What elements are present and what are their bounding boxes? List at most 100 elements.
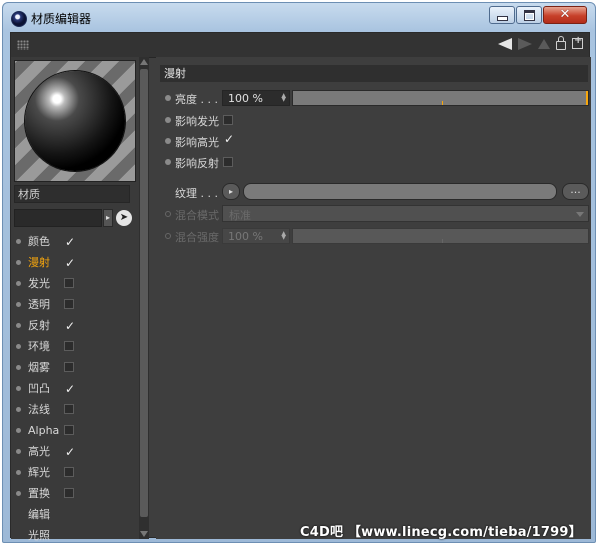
animation-dot-icon[interactable] bbox=[165, 138, 171, 144]
channel-dot-icon bbox=[16, 386, 21, 391]
channel-label: 法线 bbox=[28, 403, 50, 416]
back-arrow-icon[interactable] bbox=[498, 37, 512, 50]
mix-strength-input[interactable]: 100 % ▲ ▼ bbox=[222, 228, 290, 244]
channel-checkbox[interactable] bbox=[64, 253, 75, 274]
channel-item[interactable]: 发光 bbox=[11, 273, 136, 294]
close-button[interactable]: ✕ bbox=[543, 6, 587, 24]
affect-luminance-checkbox[interactable] bbox=[223, 115, 233, 125]
mix-mode-value: 标准 bbox=[229, 209, 251, 222]
new-window-icon[interactable] bbox=[572, 35, 583, 49]
brightness-slider[interactable] bbox=[292, 90, 589, 106]
channel-item[interactable]: Alpha bbox=[11, 420, 136, 441]
maximize-button[interactable] bbox=[516, 6, 542, 24]
material-editor-window: 材质编辑器 ✕ 材质 ▸ ➤ 颜色漫射发光透明反射环 bbox=[2, 2, 596, 543]
channel-label: 高光 bbox=[28, 445, 50, 458]
mix-strength-row: 混合强度 100 % ▲ ▼ bbox=[156, 227, 591, 245]
texture-row: 纹理 . . . ▸ ... bbox=[156, 183, 591, 201]
material-menu-arrow-icon[interactable]: ▸ bbox=[103, 209, 113, 227]
material-name-field[interactable]: 材质 bbox=[14, 185, 130, 203]
affect-luminance-label: 影响发光 bbox=[175, 115, 219, 128]
channel-label: 烟雾 bbox=[28, 361, 50, 374]
channel-dot-icon bbox=[16, 470, 21, 475]
channel-checkbox[interactable] bbox=[64, 379, 75, 400]
channel-item[interactable]: 凹凸 bbox=[11, 378, 136, 400]
drag-grip-icon[interactable] bbox=[17, 40, 29, 50]
material-sidebar: 材质 ▸ ➤ 颜色漫射发光透明反射环境烟雾凹凸法线 Alpha 高光辉光置换编辑光照 bbox=[11, 57, 142, 542]
channel-label: 置换 bbox=[28, 487, 50, 500]
channel-dot-icon bbox=[16, 491, 21, 496]
channel-item[interactable]: 漫射 bbox=[11, 252, 136, 274]
watermark-text: C4D吧 【www.linecg.com/tieba/1799】 bbox=[300, 525, 582, 540]
channel-label: 凹凸 bbox=[28, 382, 50, 395]
channel-checkbox[interactable] bbox=[64, 316, 75, 337]
channel-item[interactable]: 辉光 bbox=[11, 462, 136, 483]
channel-checkbox[interactable] bbox=[64, 404, 74, 414]
channel-checkbox[interactable] bbox=[64, 425, 74, 435]
affect-reflection-label: 影响反射 bbox=[175, 157, 219, 170]
texture-label: 纹理 . . . bbox=[175, 187, 218, 200]
slider-midpoint-tick bbox=[442, 239, 443, 243]
channel-item[interactable]: 编辑 bbox=[11, 504, 136, 525]
channel-dot-icon bbox=[16, 449, 21, 454]
channel-item[interactable]: 高光 bbox=[11, 441, 136, 463]
animation-dot-icon bbox=[165, 211, 171, 217]
minimize-button[interactable] bbox=[489, 6, 515, 24]
channel-dot-icon bbox=[16, 407, 21, 412]
close-icon: ✕ bbox=[559, 7, 571, 22]
title-bar[interactable]: 材质编辑器 ✕ bbox=[3, 3, 595, 31]
channel-checkbox[interactable] bbox=[64, 232, 75, 253]
spinner-arrows-icon[interactable]: ▲ ▼ bbox=[281, 93, 286, 103]
material-preview[interactable] bbox=[14, 60, 136, 182]
channel-item[interactable]: 反射 bbox=[11, 315, 136, 337]
diffuse-settings-panel: 漫射 亮度 . . . 100 % ▲ ▼ 影响发光 影响高光 ✓ 影响反射 纹… bbox=[156, 57, 591, 539]
scroll-down-arrow-icon[interactable] bbox=[140, 531, 148, 537]
texture-field[interactable] bbox=[243, 183, 557, 200]
up-arrow-icon[interactable] bbox=[538, 38, 550, 49]
affect-reflection-row: 影响反射 bbox=[156, 153, 591, 171]
sidebar-scrollbar[interactable] bbox=[139, 57, 149, 539]
mix-mode-dropdown[interactable]: 标准 bbox=[222, 205, 589, 222]
animation-dot-icon[interactable] bbox=[165, 95, 171, 101]
mix-strength-slider[interactable] bbox=[292, 228, 589, 244]
material-select-field[interactable] bbox=[14, 209, 102, 227]
channel-item[interactable]: 烟雾 bbox=[11, 357, 136, 378]
affect-luminance-row: 影响发光 bbox=[156, 111, 591, 129]
channel-checkbox[interactable] bbox=[64, 467, 74, 477]
channel-item[interactable]: 颜色 bbox=[11, 231, 136, 253]
channel-item[interactable]: 环境 bbox=[11, 336, 136, 357]
channel-item[interactable]: 光照 bbox=[11, 525, 136, 546]
channel-dot-icon bbox=[16, 281, 21, 286]
pick-cursor-icon[interactable]: ➤ bbox=[116, 210, 132, 226]
animation-dot-icon[interactable] bbox=[165, 159, 171, 165]
channel-label: 光照 bbox=[28, 529, 50, 542]
channel-checkbox[interactable] bbox=[64, 488, 74, 498]
channel-item[interactable]: 透明 bbox=[11, 294, 136, 315]
animation-dot-icon bbox=[165, 233, 171, 239]
forward-arrow-icon[interactable] bbox=[518, 37, 532, 50]
scroll-thumb[interactable] bbox=[140, 69, 148, 517]
channel-checkbox[interactable] bbox=[64, 442, 75, 463]
channel-item[interactable]: 置换 bbox=[11, 483, 136, 504]
scroll-up-arrow-icon[interactable] bbox=[140, 59, 148, 65]
affect-specular-checkbox[interactable] bbox=[223, 132, 234, 146]
affect-reflection-checkbox[interactable] bbox=[223, 157, 233, 167]
slider-handle[interactable] bbox=[586, 91, 588, 105]
affect-specular-row: 影响高光 bbox=[156, 132, 591, 150]
maximize-icon bbox=[523, 9, 535, 21]
channel-checkbox[interactable] bbox=[64, 341, 74, 351]
channel-label: 辉光 bbox=[28, 466, 50, 479]
texture-menu-button[interactable]: ▸ bbox=[222, 183, 240, 200]
channel-dot-icon bbox=[16, 323, 21, 328]
channel-item[interactable]: 法线 bbox=[11, 399, 136, 420]
channel-dot-icon bbox=[16, 260, 21, 265]
channel-label: Alpha bbox=[28, 424, 60, 437]
animation-dot-icon[interactable] bbox=[165, 117, 171, 123]
brightness-value: 100 % bbox=[228, 92, 263, 105]
texture-browse-button[interactable]: ... bbox=[562, 183, 589, 200]
brightness-input[interactable]: 100 % ▲ ▼ bbox=[222, 90, 290, 106]
channel-checkbox[interactable] bbox=[64, 278, 74, 288]
channel-checkbox[interactable] bbox=[64, 299, 74, 309]
channel-checkbox[interactable] bbox=[64, 362, 74, 372]
channel-list: 颜色漫射发光透明反射环境烟雾凹凸法线 Alpha 高光辉光置换编辑光照 bbox=[11, 231, 136, 546]
lock-icon[interactable] bbox=[556, 36, 566, 50]
